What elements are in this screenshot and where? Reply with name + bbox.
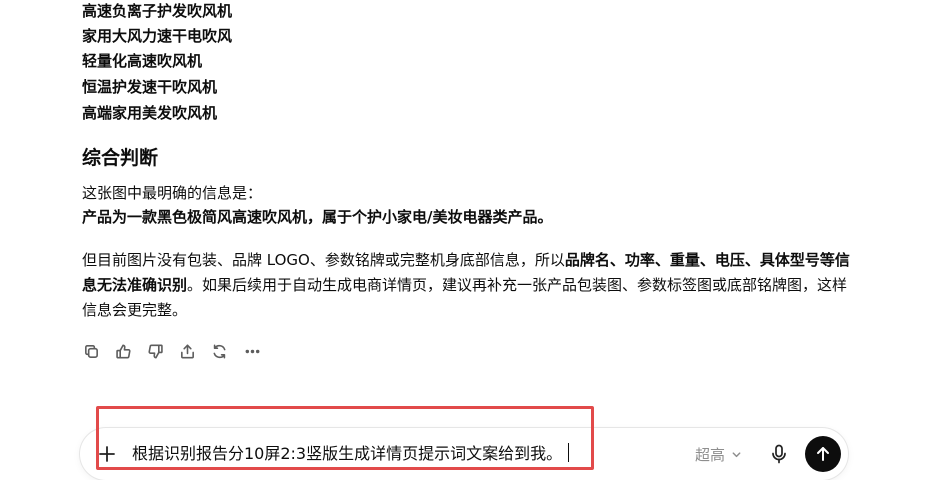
prompt-text: 根据识别报告分10屏2:3竖版生成详情页提示词文案给到我。 bbox=[132, 444, 562, 463]
limitation-text: 但目前图片没有包装、品牌 LOGO、参数铭牌或完整机身底部信息，所以 bbox=[82, 251, 565, 269]
more-options-button[interactable] bbox=[242, 342, 262, 360]
copy-icon bbox=[83, 343, 100, 360]
thumbs-up-icon bbox=[115, 343, 132, 360]
model-label: 超高 bbox=[695, 444, 725, 465]
product-name-item: 高端家用美发吹风机 bbox=[82, 103, 217, 123]
plus-icon bbox=[96, 443, 118, 465]
share-button[interactable] bbox=[178, 342, 196, 360]
microphone-icon bbox=[768, 443, 790, 465]
share-icon bbox=[179, 343, 196, 360]
add-attachment-button[interactable] bbox=[96, 443, 118, 465]
message-composer: 根据识别报告分10屏2:3竖版生成详情页提示词文案给到我。 超高 bbox=[80, 428, 848, 480]
summary-paragraph: 这张图中最明确的信息是： 产品为一款黑色极简风高速吹风机，属于个护小家电/美妆电… bbox=[82, 181, 552, 229]
limitation-paragraph: 但目前图片没有包装、品牌 LOGO、参数铭牌或完整机身底部信息，所以品牌名、功率… bbox=[82, 248, 857, 323]
summary-conclusion: 产品为一款黑色极简风高速吹风机，属于个护小家电/美妆电器类产品。 bbox=[82, 205, 552, 229]
copy-button[interactable] bbox=[82, 342, 100, 360]
message-actions bbox=[82, 340, 276, 362]
product-name-item: 家用大风力速干电吹风 bbox=[82, 26, 232, 46]
text-caret bbox=[568, 443, 569, 462]
thumbs-up-button[interactable] bbox=[114, 342, 132, 360]
summary-intro: 这张图中最明确的信息是： bbox=[82, 181, 552, 205]
regenerate-button[interactable] bbox=[210, 342, 228, 360]
product-name-item: 恒温护发速干吹风机 bbox=[82, 77, 217, 97]
thumbs-down-icon bbox=[147, 343, 164, 360]
section-heading: 综合判断 bbox=[82, 145, 158, 171]
chevron-down-icon bbox=[731, 449, 742, 460]
limitation-suggestion: 。如果后续用于自动生成电商详情页，建议再补充一张产品包装图、参数标签图或底部铭牌… bbox=[82, 276, 847, 319]
regenerate-icon bbox=[211, 343, 228, 360]
thumbs-down-button[interactable] bbox=[146, 342, 164, 360]
voice-input-button[interactable] bbox=[768, 443, 790, 465]
more-icon bbox=[244, 343, 261, 360]
model-selector[interactable]: 超高 bbox=[695, 442, 742, 466]
product-name-item: 高速负离子护发吹风机 bbox=[82, 1, 232, 21]
arrow-up-icon bbox=[814, 445, 832, 463]
product-name-item: 轻量化高速吹风机 bbox=[82, 51, 202, 71]
prompt-input[interactable]: 根据识别报告分10屏2:3竖版生成详情页提示词文案给到我。 bbox=[132, 442, 569, 466]
send-button[interactable] bbox=[805, 436, 841, 472]
